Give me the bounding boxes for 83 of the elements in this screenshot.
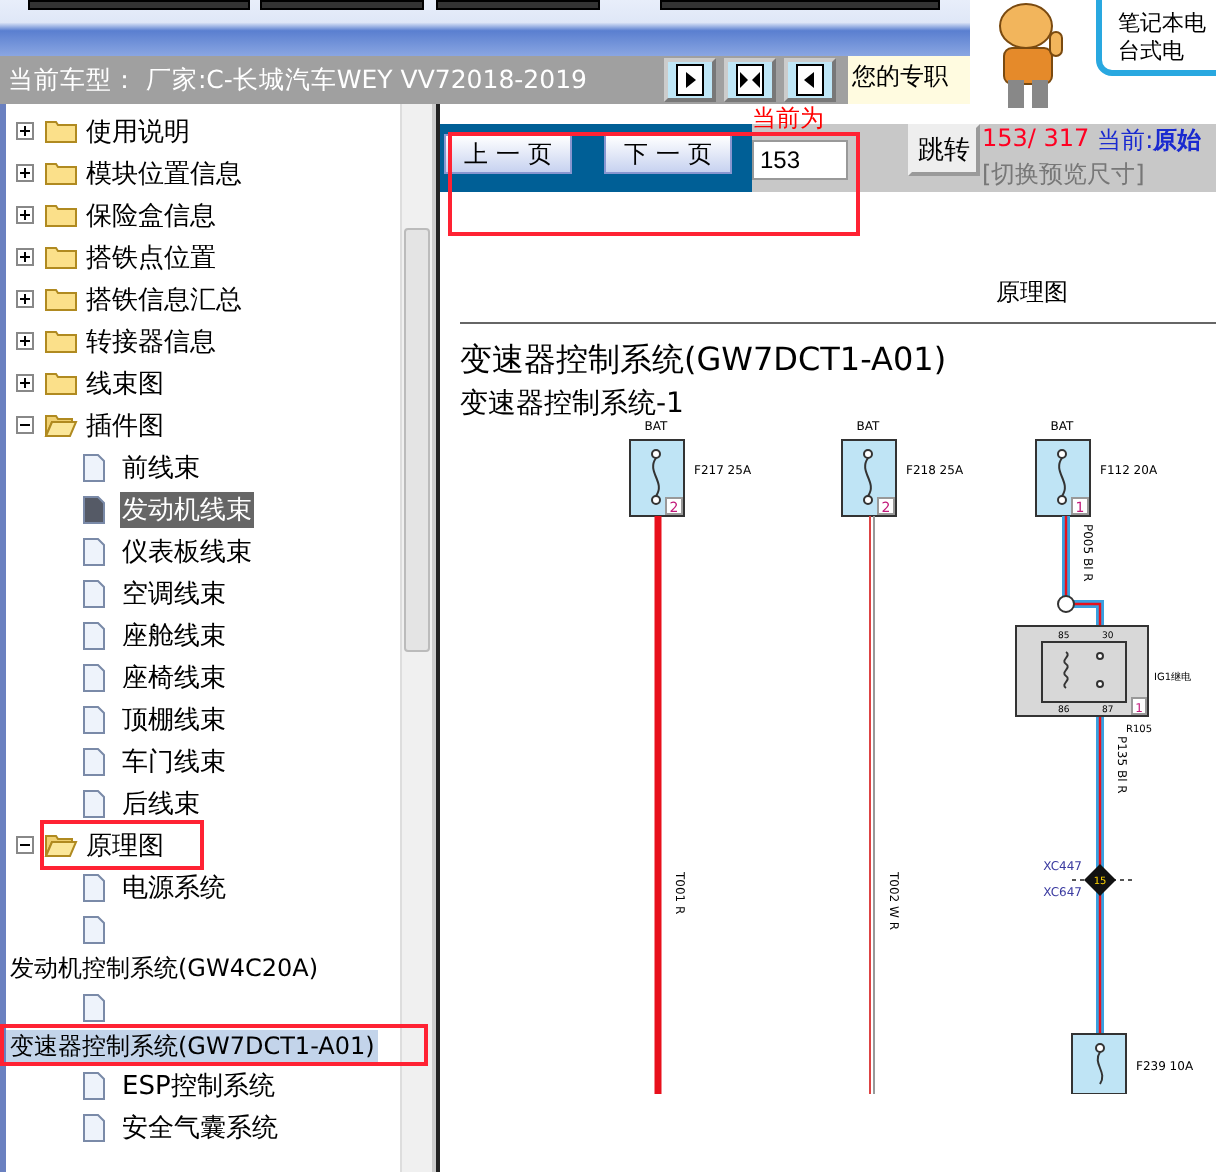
expand-icon[interactable] [16,206,34,224]
document-icon [82,453,106,481]
scrollbar[interactable] [400,104,432,1172]
fuse-icon [841,439,897,517]
relay-icon [1015,625,1149,717]
document-icon [82,621,106,649]
tree-item[interactable]: 发动机线束 [120,491,254,527]
document-icon [82,537,106,565]
tree-item[interactable]: 后线束 [120,785,202,821]
folder-icon [44,328,78,354]
fuse-icon [1071,1033,1127,1094]
folder-icon [44,412,78,438]
folder-icon [44,370,78,396]
folder-icon [44,832,78,858]
document-icon [82,579,106,607]
current-label: 当前: [1097,124,1154,158]
page-count: 153/ 317 [982,124,1090,156]
document-icon [82,915,106,943]
tree-folder[interactable]: 保险盒信息 [86,197,216,233]
document-icon [82,873,106,901]
tree-folder[interactable]: 插件图 [86,407,164,443]
tree-folder[interactable]: 搭铁点位置 [86,239,216,275]
diagram-title: 变速器控制系统(GW7DCT1-A01) [460,340,949,382]
bubble-text: 台式电 [1118,38,1186,66]
tree-folder[interactable]: 使用说明 [86,113,190,149]
tree-folder[interactable]: 模块位置信息 [86,155,242,191]
expand-icon[interactable] [16,374,34,392]
document-icon [82,1113,106,1141]
document-icon [82,1071,106,1099]
tree-folder[interactable]: 原理图 [86,827,164,863]
previous-page-button[interactable]: 上 一 页 [444,134,572,174]
expand-icon[interactable] [16,248,34,266]
diagram-subtitle: 变速器控制系统-1 [460,386,686,421]
view-toggle-button[interactable] [724,58,776,102]
expand-icon[interactable] [16,290,34,308]
tree-folder[interactable]: 转接器信息 [86,323,216,359]
tree-item[interactable]: 座椅线束 [120,659,228,695]
document-icon [82,993,106,1021]
split-arrows-icon [736,64,764,96]
folder-icon [44,286,78,312]
collapse-icon[interactable] [16,416,34,434]
document-icon [82,789,106,817]
bubble-text: 笔记本电 [1118,10,1208,38]
document-icon [82,747,106,775]
tree-item[interactable]: 空调线束 [120,575,228,611]
tree-item[interactable]: 变速器控制系统(GW7DCT1-A01) [6,1029,379,1063]
vehicle-info: 当前车型： 厂家:C-长城汽车WEY VV72018-2019 [6,68,589,92]
notice-text: 您的专职 [848,56,970,104]
fuse-icon [1035,439,1091,517]
tree-item[interactable]: 仪表板线束 [120,533,254,569]
tree-item[interactable]: 电源系统 [120,869,228,905]
tree-item[interactable]: 座舱线束 [120,617,228,653]
current-name: 原始 [1153,124,1202,158]
folder-icon [44,244,78,270]
section-heading: 原理图 [996,276,1068,310]
tree-folder[interactable]: 搭铁信息汇总 [86,281,242,317]
folder-icon [44,160,78,186]
page-input[interactable]: 153 [752,140,848,180]
expand-icon[interactable] [16,122,34,140]
document-icon [82,705,106,733]
tree-item[interactable]: ESP控制系统 [120,1067,277,1103]
scrollbar-thumb[interactable] [404,228,430,652]
expand-icon[interactable] [16,164,34,182]
connector-icon [1084,864,1116,896]
folder-icon [44,118,78,144]
next-page-button[interactable]: 下 一 页 [604,134,732,174]
folder-icon [44,202,78,228]
view-toggle-button[interactable] [664,58,716,102]
tree-folder[interactable]: 线束图 [86,365,164,401]
fuse-icon [629,439,685,517]
document-icon [82,495,106,523]
current-page-label: 当前为 [752,106,826,130]
tree-item[interactable]: 发动机控制系统(GW4C20A) [6,951,323,985]
collapse-icon[interactable] [16,836,34,854]
expand-icon[interactable] [16,332,34,350]
tree-item[interactable]: 车门线束 [120,743,228,779]
junction-icon [1057,595,1075,613]
tree-item[interactable]: 前线束 [120,449,202,485]
jump-button[interactable]: 跳转 [908,124,980,176]
tree-item[interactable]: 顶棚线束 [120,701,228,737]
tree-item[interactable]: 安全气囊系统 [120,1109,280,1145]
view-toggle-button[interactable] [784,58,836,102]
document-icon [82,663,106,691]
